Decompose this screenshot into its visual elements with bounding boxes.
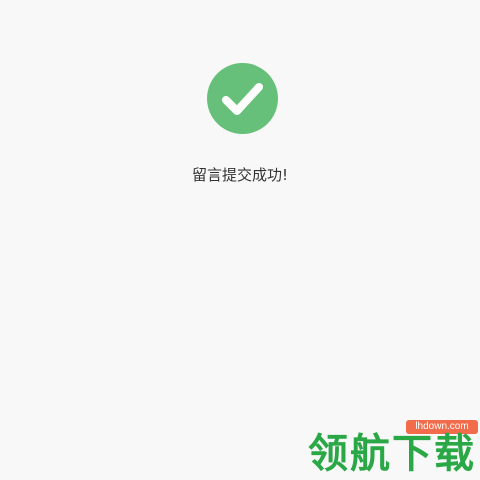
check-circle-icon [207,63,278,134]
success-message: 留言提交成功! [191,166,288,184]
success-page: 留言提交成功! lhdown.com 领航下载 [0,0,480,480]
watermark-logo: lhdown.com 领航下载 [290,420,480,480]
watermark-text: 领航下载 [308,431,476,477]
